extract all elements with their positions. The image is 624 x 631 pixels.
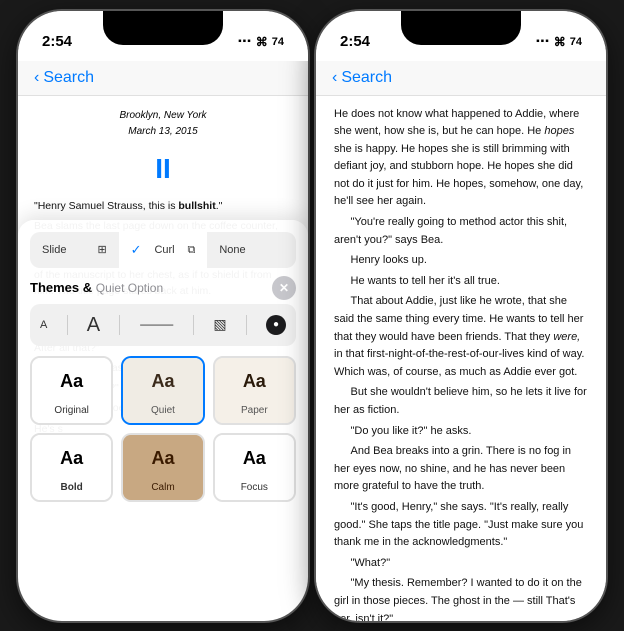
book-content-right: He does not know what happened to Addie,… <box>316 96 606 621</box>
curl-option[interactable]: ✓ Curl ⧉ <box>119 232 208 268</box>
font-type-icon[interactable]: ▧ <box>213 314 226 335</box>
right-para-10: "What?" <box>334 555 588 573</box>
book-location: Brooklyn, New York <box>34 108 292 124</box>
theme-quiet-label: Quiet <box>123 401 202 423</box>
right-para-6: But she wouldn't believe him, so he lets… <box>334 384 588 419</box>
font-format-icon[interactable]: ⸻ <box>140 314 174 335</box>
right-para-2: "You're really going to method actor thi… <box>334 214 588 249</box>
theme-quiet-sample: Aa <box>123 358 202 401</box>
right-para-11: "My thesis. Remember? I wanted to do it … <box>334 575 588 620</box>
transition-overlay[interactable]: Slide ⊞ ✓ Curl ⧉ None Themes & Qui <box>18 220 308 514</box>
chevron-left-icon-right: ‹ <box>332 69 337 87</box>
theme-paper-sample: Aa <box>215 358 294 401</box>
para-1: "Henry Samuel Strauss, this is bullshit.… <box>34 198 292 214</box>
battery-right: 74 <box>570 36 582 48</box>
right-para-5: That about Addie, just like he wrote, th… <box>334 293 588 381</box>
divider-1 <box>67 315 68 335</box>
right-phone: 2:54 ▪▪▪ ⌘ 74 ‹ Search He does not know … <box>316 11 606 621</box>
nav-bar-right[interactable]: ‹ Search <box>316 61 606 96</box>
themes-grid: Aa Original Aa Quiet Aa Paper Aa Bold <box>30 356 296 502</box>
themes-row: Themes & Quiet Option ✕ <box>30 276 296 300</box>
divider-4 <box>246 315 247 335</box>
wifi-icon-right: ⌘ <box>554 35 566 49</box>
theme-paper[interactable]: Aa Paper <box>213 356 296 425</box>
theme-calm[interactable]: Aa Calm <box>121 433 204 502</box>
font-controls: A A ⸻ ▧ ● <box>30 304 296 346</box>
close-button[interactable]: ✕ <box>272 276 296 300</box>
notch-right <box>401 11 521 45</box>
nav-bar-left[interactable]: ‹ Search <box>18 61 308 96</box>
none-option[interactable]: None <box>207 234 296 267</box>
status-icons-right: ▪▪▪ ⌘ 74 <box>536 35 582 49</box>
theme-original-label: Original <box>32 401 111 423</box>
checkmark-icon: ✓ <box>131 240 142 260</box>
theme-focus-sample: Aa <box>215 435 294 478</box>
left-phone: 2:54 ▪▪▪ ⌘ 74 ‹ Search Brooklyn, New Yor… <box>18 11 308 621</box>
back-label-right: Search <box>341 69 392 87</box>
theme-calm-sample: Aa <box>123 435 202 478</box>
chevron-left-icon: ‹ <box>34 69 39 87</box>
theme-calm-label: Calm <box>123 478 202 500</box>
theme-focus[interactable]: Aa Focus <box>213 433 296 502</box>
themes-title: Themes & Quiet Option <box>30 278 163 298</box>
back-button-right[interactable]: ‹ Search <box>332 69 392 87</box>
theme-paper-label: Paper <box>215 401 294 423</box>
font-size-small[interactable]: A <box>40 317 47 334</box>
theme-quiet[interactable]: Aa Quiet <box>121 356 204 425</box>
slide-option[interactable]: Slide ⊞ <box>30 234 119 267</box>
slide-label: Slide <box>42 242 66 259</box>
book-content-left: Brooklyn, New York March 13, 2015 II "He… <box>18 96 308 514</box>
signal-icon-right: ▪▪▪ <box>536 36 550 47</box>
right-para-1: He does not know what happened to Addie,… <box>334 106 588 212</box>
signal-icon: ▪▪▪ <box>238 36 252 47</box>
theme-bold-sample: Aa <box>32 435 111 478</box>
divider-2 <box>119 315 120 335</box>
none-label: None <box>219 242 245 259</box>
back-button-left[interactable]: ‹ Search <box>34 69 94 87</box>
display-options-icon[interactable]: ● <box>266 315 286 335</box>
battery-left: 74 <box>272 36 284 48</box>
theme-focus-label: Focus <box>215 478 294 500</box>
slide-icon: ⊞ <box>97 242 106 259</box>
wifi-icon: ⌘ <box>256 35 268 49</box>
right-para-4: He wants to tell her it's all true. <box>334 273 588 291</box>
back-label-left: Search <box>43 69 94 87</box>
divider-3 <box>193 315 194 335</box>
notch <box>103 11 223 45</box>
chapter-number: II <box>34 148 292 190</box>
right-para-9: "It's good, Henry," she says. "It's real… <box>334 499 588 552</box>
right-para-3: Henry looks up. <box>334 252 588 270</box>
theme-original-sample: Aa <box>32 358 111 401</box>
right-para-8: And Bea breaks into a grin. There is no … <box>334 443 588 496</box>
theme-bold[interactable]: Aa Bold <box>30 433 113 502</box>
curl-icon: ⧉ <box>187 242 195 259</box>
time-left: 2:54 <box>42 33 72 50</box>
status-icons-left: ▪▪▪ ⌘ 74 <box>238 35 284 49</box>
time-right: 2:54 <box>340 33 370 50</box>
theme-original[interactable]: Aa Original <box>30 356 113 425</box>
transition-options: Slide ⊞ ✓ Curl ⧉ None <box>30 232 296 268</box>
curl-label: Curl <box>154 242 174 259</box>
book-date: March 13, 2015 <box>34 124 292 140</box>
right-para-7: "Do you like it?" he asks. <box>334 423 588 441</box>
book-header: Brooklyn, New York March 13, 2015 <box>34 108 292 140</box>
font-size-large[interactable]: A <box>87 310 100 340</box>
phones-container: 2:54 ▪▪▪ ⌘ 74 ‹ Search Brooklyn, New Yor… <box>18 11 606 621</box>
theme-bold-label: Bold <box>32 478 111 500</box>
